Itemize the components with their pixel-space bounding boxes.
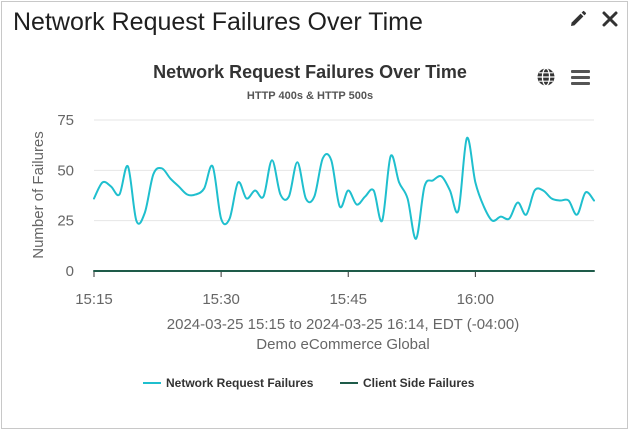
panel-actions — [569, 10, 619, 28]
legend-label: Network Request Failures — [166, 376, 314, 390]
y-tick-label: 25 — [57, 213, 74, 230]
widget-panel: Network Request Failures Over Time Netwo… — [1, 1, 628, 429]
legend-item[interactable]: Client Side Failures — [340, 376, 475, 390]
x-axis-label: 2024-03-25 15:15 to 2024-03-25 16:14, ED… — [167, 316, 519, 333]
series-lines — [93, 137, 595, 272]
legend: Network Request Failures Client Side Fail… — [143, 376, 475, 390]
y-tick-labels: 0 25 50 75 — [57, 112, 74, 280]
pencil-icon[interactable] — [569, 10, 587, 28]
chart-menu-button[interactable] — [571, 70, 590, 85]
legend-item[interactable]: Network Request Failures — [143, 376, 314, 390]
grid-lines — [94, 119, 594, 222]
y-tick-label: 75 — [57, 112, 74, 129]
x-axis-sublabel: Demo eCommerce Global — [256, 336, 429, 353]
legend-label: Client Side Failures — [363, 376, 475, 390]
x-tick-labels: 15:15 15:30 15:45 16:00 — [75, 271, 494, 308]
y-tick-label: 50 — [57, 162, 74, 179]
panel-title: Network Request Failures Over Time — [13, 8, 423, 36]
y-tick-label: 0 — [66, 263, 74, 280]
chart-subtitle: HTTP 400s & HTTP 500s — [247, 90, 373, 102]
x-tick-label: 15:30 — [202, 291, 240, 308]
line-chart: Network Request Failures Over Time HTTP … — [30, 62, 595, 390]
chart-title: Network Request Failures Over Time — [153, 62, 467, 82]
y-axis-label: Number of Failures — [30, 131, 47, 259]
x-tick-label: 15:15 — [75, 291, 113, 308]
x-tick-label: 16:00 — [457, 291, 495, 308]
hamburger-menu-icon — [571, 70, 590, 85]
x-tick-label: 15:45 — [329, 291, 367, 308]
close-icon[interactable] — [601, 10, 619, 28]
series-line-network-request-failures[interactable] — [93, 137, 595, 240]
globe-button[interactable] — [537, 67, 555, 87]
